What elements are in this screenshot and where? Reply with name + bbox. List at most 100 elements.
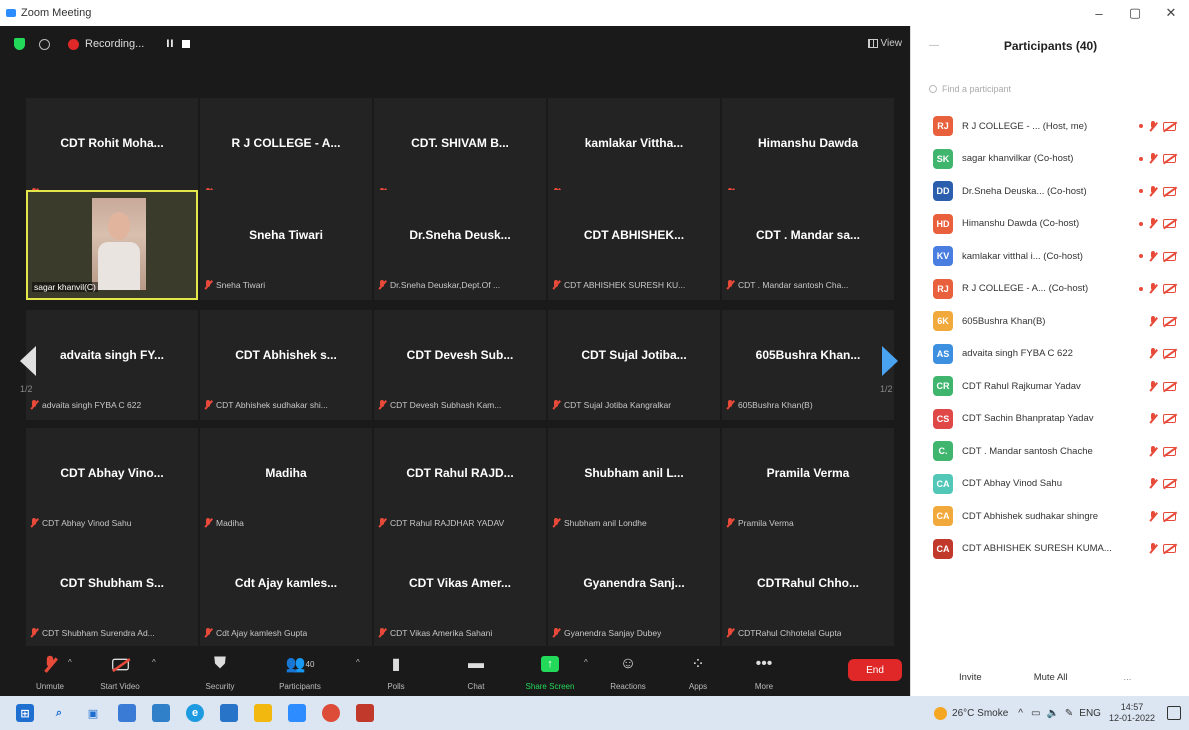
audio-options-caret-icon[interactable]: ^: [68, 658, 72, 667]
muted-mic-icon[interactable]: [1149, 185, 1157, 197]
participant-tile[interactable]: CDT Vikas Amer... CDT Vikas Amerika Sahan…: [374, 538, 546, 648]
participant-row[interactable]: CS CDT Sachin Bhanpratap Yadav: [911, 403, 1189, 435]
security-button[interactable]: ⛊ Security: [188, 652, 252, 691]
participant-tile[interactable]: 605Bushra Khan... 605Bushra Khan(B): [722, 310, 894, 420]
participant-tile[interactable]: sagar khanvil(C): [26, 190, 198, 300]
muted-mic-icon[interactable]: [1149, 445, 1157, 457]
participant-row[interactable]: HD Himanshu Dawda (Co-host): [911, 208, 1189, 240]
view-button[interactable]: View: [867, 38, 902, 49]
start-video-button[interactable]: Start Video: [88, 652, 152, 691]
language-indicator[interactable]: ENG: [1079, 708, 1101, 719]
participants-button[interactable]: 👥 40 Participants: [268, 652, 332, 691]
muted-mic-icon[interactable]: [1149, 543, 1157, 554]
participant-tile[interactable]: CDT Shubham S... CDT Shubham Surendra Ad.…: [26, 538, 198, 648]
network-icon[interactable]: ▭: [1031, 708, 1040, 719]
participant-tile[interactable]: Sneha Tiwari Sneha Tiwari: [200, 190, 372, 300]
participant-search[interactable]: Find a participant: [929, 80, 1179, 98]
calendar-app-icon[interactable]: [118, 704, 136, 722]
task-view-icon[interactable]: ▣: [84, 704, 102, 722]
participant-row[interactable]: AS advaita singh FYBA C 622: [911, 338, 1189, 370]
muted-mic-icon[interactable]: [1149, 413, 1157, 424]
participants-options-caret-icon[interactable]: ^: [356, 658, 360, 667]
muted-mic-icon[interactable]: [1149, 380, 1157, 392]
participant-tile[interactable]: CDT Sujal Jotiba... CDT Sujal Jotiba Kang…: [548, 310, 720, 420]
meeting-info-icon[interactable]: [39, 38, 50, 50]
volume-icon[interactable]: 🔈: [1046, 708, 1058, 719]
weather-text[interactable]: 26°C Smoke: [952, 708, 1008, 719]
file-explorer-icon[interactable]: [254, 704, 272, 722]
participant-row[interactable]: SK sagar khanvilkar (Co-host): [911, 143, 1189, 175]
share-options-caret-icon[interactable]: ^: [584, 658, 588, 667]
participant-row[interactable]: C. CDT . Mandar santosh Chache: [911, 435, 1189, 467]
close-button[interactable]: ✕: [1153, 0, 1189, 26]
muted-mic-icon[interactable]: [1149, 315, 1157, 327]
notification-center-icon[interactable]: [1167, 706, 1181, 720]
muted-mic-icon[interactable]: [1149, 510, 1157, 522]
participant-tile[interactable]: CDT . Mandar sa... CDT . Mandar santosh C…: [722, 190, 894, 300]
participant-row[interactable]: 6K 605Bushra Khan(B): [911, 305, 1189, 337]
muted-mic-icon[interactable]: [1149, 153, 1157, 164]
previous-page-arrow-icon[interactable]: [20, 346, 36, 376]
apps-button[interactable]: ⁘ Apps: [666, 652, 730, 691]
search-taskbar-icon[interactable]: ⌕: [50, 704, 68, 722]
muted-mic-icon[interactable]: [1149, 120, 1157, 132]
participant-row[interactable]: CA CDT ABHISHEK SURESH KUMA...: [911, 533, 1189, 565]
participant-tile[interactable]: CDT Rahul RAJD... CDT Rahul RAJDHAR YADAV: [374, 428, 546, 538]
pen-icon[interactable]: ✎: [1065, 708, 1073, 719]
participant-row[interactable]: DD Dr.Sneha Deuska... (Co-host): [911, 175, 1189, 207]
maximize-button[interactable]: ▢: [1117, 0, 1153, 26]
participant-tile[interactable]: Pramila Verma Pramila Verma: [722, 428, 894, 538]
edge-browser-icon[interactable]: e: [186, 704, 204, 722]
participant-row[interactable]: RJ R J COLLEGE - ... (Host, me): [911, 110, 1189, 142]
more-button[interactable]: ••• More: [732, 652, 796, 691]
participant-row[interactable]: CR CDT Rahul Rajkumar Yadav: [911, 370, 1189, 402]
stop-recording-button[interactable]: [182, 40, 191, 48]
muted-mic-icon[interactable]: [1149, 283, 1157, 294]
participant-tile[interactable]: CDT Devesh Sub... CDT Devesh Subhash Kam.…: [374, 310, 546, 420]
participant-tile[interactable]: CDTRahul Chho... CDTRahul Chhotelal Gupta: [722, 538, 894, 648]
chrome-browser-icon[interactable]: [322, 704, 340, 722]
participant-search-input[interactable]: Find a participant: [942, 84, 1011, 94]
participant-tile[interactable]: Cdt Ajay kamles... Cdt Ajay kamlesh Gupta: [200, 538, 372, 648]
muted-mic-icon[interactable]: [1149, 478, 1157, 489]
participant-row[interactable]: KV kamlakar vitthal i... (Co-host): [911, 240, 1189, 272]
zoom-taskbar-icon[interactable]: [288, 704, 306, 722]
muted-mic-icon: [726, 280, 734, 290]
invite-button[interactable]: Invite: [959, 672, 982, 683]
participant-tile[interactable]: Madiha Madiha: [200, 428, 372, 538]
unmute-button[interactable]: Unmute: [18, 652, 82, 691]
encryption-shield-icon[interactable]: [14, 38, 25, 50]
mute-all-button[interactable]: Mute All: [1034, 672, 1068, 683]
participant-tile[interactable]: Gyanendra Sanj... Gyanendra Sanjay Dubey: [548, 538, 720, 648]
pause-recording-button[interactable]: II: [166, 38, 174, 50]
panel-more-button[interactable]: ...: [1124, 672, 1132, 683]
participant-tile[interactable]: Dr.Sneha Deusk... Dr.Sneha Deuskar,Dept.O…: [374, 190, 546, 300]
windows-start-icon[interactable]: ⊞: [16, 704, 34, 722]
pdf-app-icon[interactable]: [356, 704, 374, 722]
next-page-arrow-icon[interactable]: [882, 346, 898, 376]
reactions-button[interactable]: ☺ Reactions: [596, 652, 660, 691]
tray-chevron-icon[interactable]: ^: [1018, 708, 1023, 719]
mail-app-icon[interactable]: [220, 704, 238, 722]
participant-tile[interactable]: CDT ABHISHEK... CDT ABHISHEK SURESH KU...: [548, 190, 720, 300]
share-screen-button[interactable]: ↑ Share Screen: [518, 652, 582, 691]
muted-mic-icon[interactable]: [1149, 250, 1157, 262]
polls-button[interactable]: ▮ Polls: [364, 652, 428, 691]
status-dot-icon: [1139, 221, 1143, 226]
participant-row[interactable]: CA CDT Abhay Vinod Sahu: [911, 468, 1189, 500]
muted-mic-icon[interactable]: [1149, 218, 1157, 229]
participant-tile[interactable]: advaita singh FY... advaita singh FYBA C …: [26, 310, 198, 420]
participant-tile[interactable]: Shubham anil L... Shubham anil Londhe: [548, 428, 720, 538]
store-app-icon[interactable]: [152, 704, 170, 722]
end-meeting-button[interactable]: End: [848, 659, 902, 681]
tile-participant-label: CDT Abhay Vinod Sahu: [42, 518, 132, 528]
chat-button[interactable]: ▬ Chat: [444, 652, 508, 691]
muted-mic-icon[interactable]: [1149, 348, 1157, 359]
participant-row[interactable]: CA CDT Abhishek sudhakar shingre: [911, 500, 1189, 532]
participant-row[interactable]: RJ R J COLLEGE - A... (Co-host): [911, 273, 1189, 305]
video-options-caret-icon[interactable]: ^: [152, 658, 156, 667]
clock[interactable]: 14:57 12-01-2022: [1109, 702, 1155, 724]
minimize-button[interactable]: –: [1081, 0, 1117, 26]
participant-tile[interactable]: CDT Abhay Vino... CDT Abhay Vinod Sahu: [26, 428, 198, 538]
participant-tile[interactable]: CDT Abhishek s... CDT Abhishek sudhakar s…: [200, 310, 372, 420]
